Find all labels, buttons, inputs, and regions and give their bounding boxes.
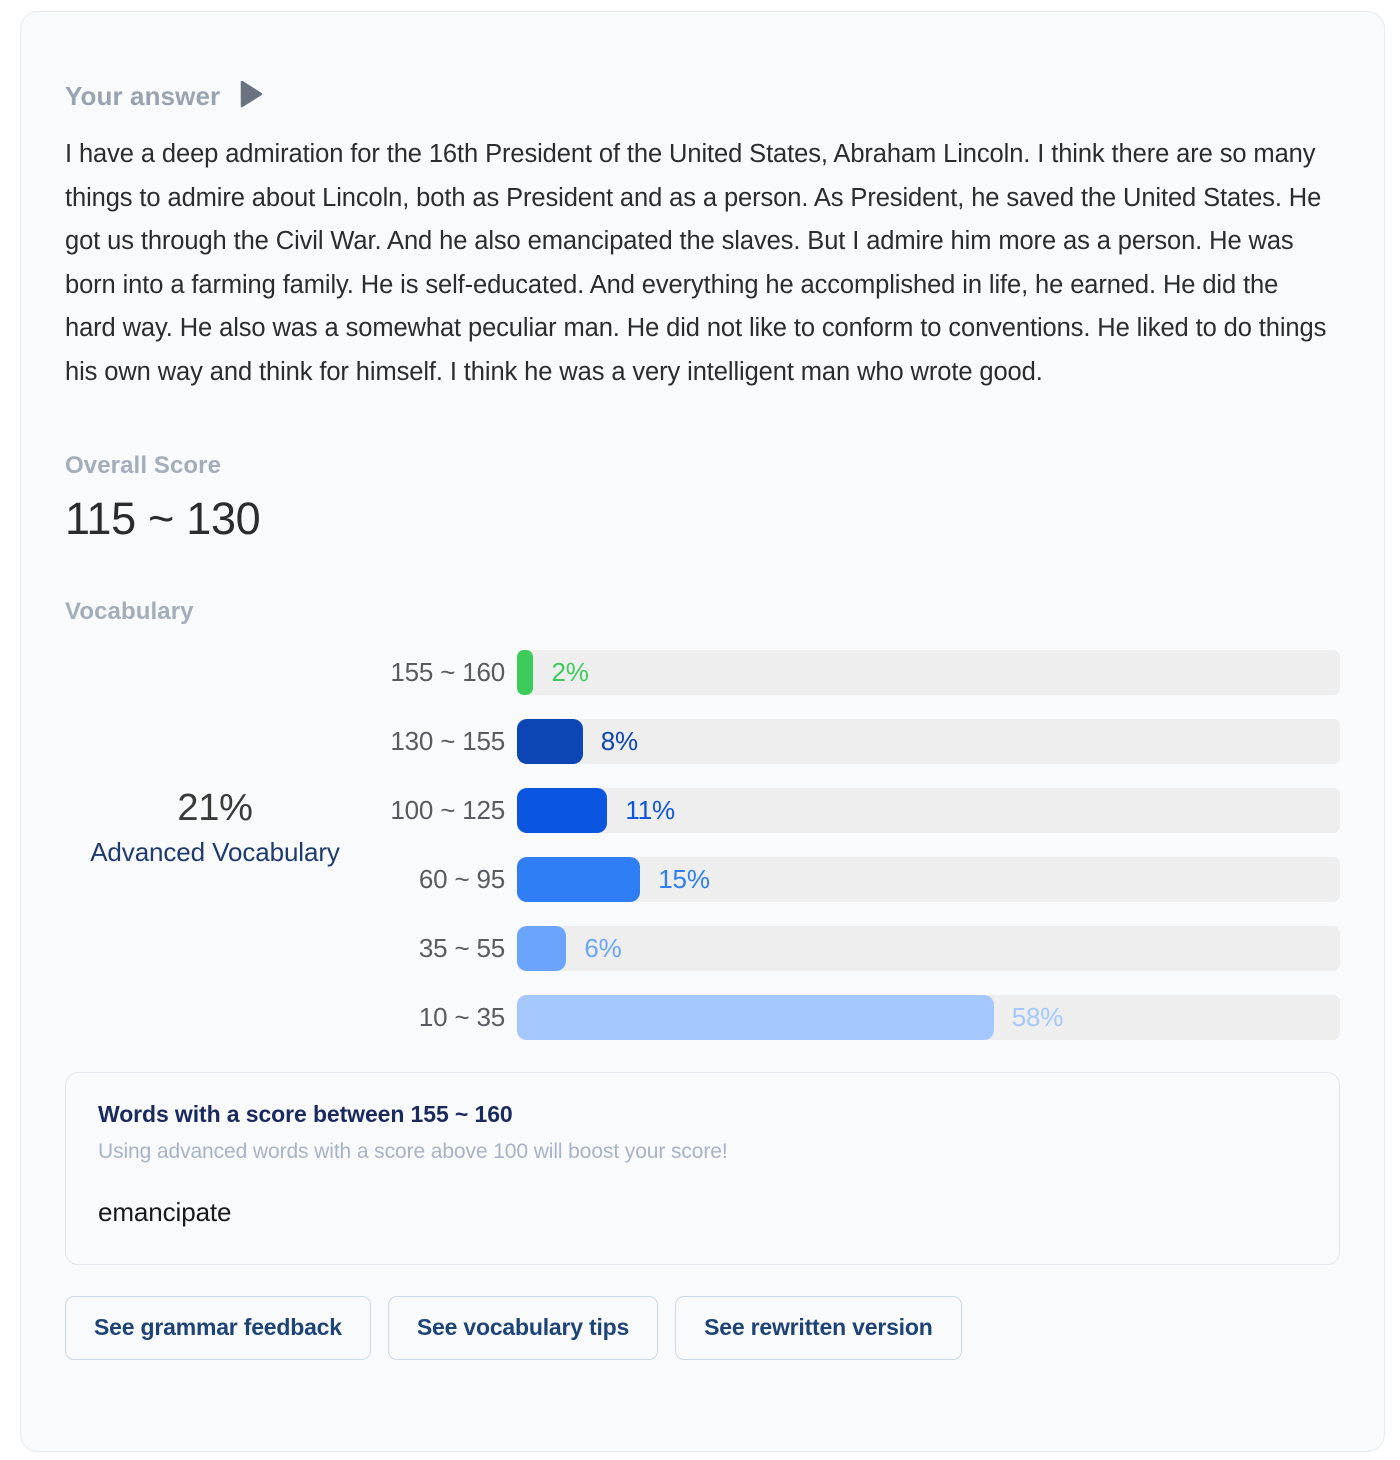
vocabulary-bar-row: 35 ~ 55 6% — [365, 926, 1340, 971]
bar-fill — [517, 788, 608, 833]
bar-track: 11% — [517, 788, 1340, 833]
vocabulary-bar-row: 155 ~ 160 2% — [365, 650, 1340, 695]
overall-score-label: Overall Score — [65, 452, 222, 479]
play-icon[interactable] — [238, 80, 264, 113]
vocabulary-bar-row: 60 ~ 95 15% — [365, 857, 1340, 902]
bar-fill — [517, 926, 567, 971]
bar-range-label: 60 ~ 95 — [418, 864, 505, 894]
bar-range-label: 130 ~ 155 — [390, 726, 505, 756]
advanced-vocabulary-percent: 21% — [177, 787, 253, 829]
bar-fill — [517, 650, 534, 695]
bar-track: 2% — [517, 650, 1340, 695]
bar-range-label: 10 ~ 35 — [418, 1002, 505, 1032]
bar-value-label: 8% — [600, 726, 638, 756]
answer-body-text: I have a deep admiration for the 16th Pr… — [65, 140, 1327, 386]
vocabulary-label: Vocabulary — [65, 598, 194, 625]
bar-track: 15% — [517, 857, 1340, 902]
words-card-subtitle: Using advanced words with a score above … — [98, 1140, 728, 1163]
bar-value-label: 2% — [551, 657, 589, 687]
bar-track: 58% — [517, 995, 1340, 1040]
vocabulary-bar-row: 100 ~ 125 11% — [365, 788, 1340, 833]
advanced-vocabulary-summary: 21% Advanced Vocabulary — [65, 787, 365, 868]
your-answer-label: Your answer — [65, 81, 221, 111]
bar-range-label: 35 ~ 55 — [418, 933, 505, 963]
vocabulary-chart: 21% Advanced Vocabulary 155 ~ 160 2% 130 ~… — [65, 650, 1340, 1050]
bar-track: 8% — [517, 719, 1340, 764]
bar-fill — [517, 719, 583, 764]
see-vocabulary-tips-button[interactable]: See vocabulary tips — [387, 1296, 659, 1360]
bar-track: 6% — [517, 926, 1340, 971]
vocabulary-bar-row: 10 ~ 35 58% — [365, 995, 1340, 1040]
vocabulary-bar-row: 130 ~ 155 8% — [365, 719, 1340, 764]
bar-range-label: 155 ~ 160 — [390, 657, 505, 687]
answer-header: Your answer — [65, 12, 1340, 113]
action-button-group: See grammar feedback See vocabulary tips S… — [65, 1296, 1340, 1360]
words-detail-card: Words with a score between 155 ~ 160 Usi… — [65, 1072, 1340, 1265]
bar-fill — [517, 995, 994, 1040]
words-card-title: Words with a score between 155 ~ 160 — [98, 1101, 513, 1127]
advanced-vocabulary-caption: Advanced Vocabulary — [90, 837, 340, 867]
words-card-word-list: emancipate — [98, 1197, 232, 1227]
screenshot-root: Your answer I have a deep admiration for… — [0, 0, 1400, 1460]
bar-value-label: 11% — [625, 795, 675, 825]
vocabulary-bar-rows: 155 ~ 160 2% 130 ~ 155 8% 100 ~ 125 11% 60 ~ 9… — [365, 650, 1340, 1040]
bar-fill — [517, 857, 641, 902]
answer-result-card: Your answer I have a deep admiration for… — [20, 11, 1385, 1452]
see-rewritten-version-button[interactable]: See rewritten version — [675, 1296, 962, 1360]
bar-value-label: 58% — [1011, 1002, 1064, 1032]
bar-value-label: 15% — [658, 864, 710, 894]
see-grammar-feedback-button[interactable]: See grammar feedback — [65, 1296, 371, 1360]
bar-range-label: 100 ~ 125 — [390, 795, 505, 825]
overall-score-value: 115 ~ 130 — [65, 493, 261, 544]
bar-value-label: 6% — [584, 933, 622, 963]
